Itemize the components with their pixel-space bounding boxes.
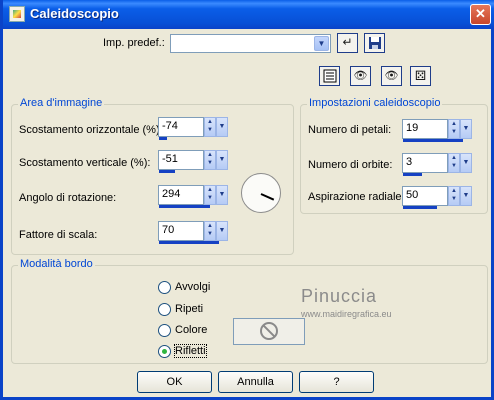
v-offset-input[interactable]: -51 [158,150,204,170]
v-offset-spinner[interactable]: -51 ▲ ▼ ▼ [158,150,230,174]
dial-needle [260,193,275,201]
petals-level-bar [403,139,463,142]
petals-spinner[interactable]: 19 ▲ ▼ ▼ [402,119,474,143]
rotation-spinner[interactable]: 294 ▲ ▼ ▼ [158,185,230,209]
border-color-swatch[interactable] [233,318,305,345]
h-offset-input[interactable]: -74 [158,117,204,137]
list-reset-icon [323,69,336,83]
watermark-name: Pinuccia [301,286,378,306]
chevron-down-icon[interactable]: ▼ [314,36,329,51]
image-area-group-title: Area d'immagine [18,97,105,109]
h-offset-level-bar [159,137,167,140]
ok-button[interactable]: OK [137,371,212,393]
eye-icon: 👁 [384,70,399,82]
radial-suction-input[interactable]: 50 [402,186,448,206]
floppy-disk-icon [368,37,381,49]
radio-rifletti-label: Rifletti [174,344,207,358]
chevron-down-icon[interactable]: ▼ [216,117,228,137]
arrow-return-icon: ↵ [342,35,353,49]
petals-label: Numero di petali: [308,124,392,136]
scale-spinner[interactable]: 70 ▲ ▼ ▼ [158,221,230,245]
orbits-label: Numero di orbite: [308,159,393,171]
no-color-icon [260,322,278,340]
chevron-down-icon[interactable]: ▼ [216,150,228,170]
h-offset-spinner[interactable]: -74 ▲ ▼ ▼ [158,117,230,141]
title-bar[interactable]: Caleidoscopio ✕ [3,0,494,29]
up-down-arrows-icon[interactable]: ▲ ▼ [204,117,216,137]
chevron-down-icon[interactable]: ▼ [216,221,228,241]
kaleidoscope-settings-group-title: Impostazioni caleidoscopio [307,97,443,109]
save-disk-button[interactable] [364,33,385,53]
v-offset-label: Scostamento verticale (%): [19,157,151,169]
proof-button[interactable]: 👁 [350,66,371,86]
preview-button[interactable]: 👁 [381,66,402,86]
h-offset-label: Scostamento orizzontale (%): [19,124,163,136]
radio-avvolgi-label: Avvolgi [175,281,211,293]
rotation-input[interactable]: 294 [158,185,204,205]
save-preset-button[interactable]: ↵ [337,33,358,53]
petals-input[interactable]: 19 [402,119,448,139]
chevron-down-icon[interactable]: ▼ [460,186,472,206]
orbits-level-bar [403,173,422,176]
radio-button-icon[interactable] [158,324,171,337]
scale-label: Fattore di scala: [19,229,98,241]
cancel-button[interactable]: Annulla [218,371,293,393]
up-down-arrows-icon[interactable]: ▲ ▼ [204,221,216,241]
radio-selected-dot [162,349,167,354]
eye-toggle-icon: 👁 [353,70,368,82]
radial-suction-level-bar [403,206,437,209]
close-button[interactable]: ✕ [470,4,491,25]
help-button[interactable]: ? [299,371,374,393]
scale-level-bar [159,241,219,244]
orbits-input[interactable]: 3 [402,153,448,173]
v-offset-level-bar [159,170,175,173]
up-down-arrows-icon[interactable]: ▲ ▼ [204,150,216,170]
rotation-dial[interactable] [241,173,281,213]
radio-button-icon[interactable] [158,281,171,294]
dice-icon: ⚄ [414,68,427,83]
preset-label: Imp. predef.: [103,37,165,49]
scale-input[interactable]: 70 [158,221,204,241]
radio-colore-label: Colore [175,324,208,336]
up-down-arrows-icon[interactable]: ▲ ▼ [448,186,460,206]
radio-button-icon[interactable] [158,303,171,316]
orbits-spinner[interactable]: 3 ▲ ▼ ▼ [402,153,474,177]
reset-button[interactable] [319,66,340,86]
chevron-down-icon[interactable]: ▼ [216,185,228,205]
preset-dropdown[interactable]: ▼ [170,34,331,53]
app-icon [9,6,25,22]
up-down-arrows-icon[interactable]: ▲ ▼ [448,119,460,139]
border-mode-group: Modalità bordo [11,258,488,364]
rotation-level-bar [159,205,210,208]
border-mode-group-title: Modalità bordo [18,258,95,270]
window-title: Caleidoscopio [30,6,119,21]
rotation-label: Angolo di rotazione: [19,192,117,204]
up-down-arrows-icon[interactable]: ▲ ▼ [204,185,216,205]
watermark-url: www.maidiregrafica.eu [301,309,392,319]
chevron-down-icon[interactable]: ▼ [460,119,472,139]
up-down-arrows-icon[interactable]: ▲ ▼ [448,153,460,173]
dialog-window: Caleidoscopio ✕ Imp. predef.: ▼ ↵ 👁 👁 ⚄ [0,0,494,400]
radial-suction-label: Aspirazione radiale: [308,191,405,203]
randomize-button[interactable]: ⚄ [410,66,431,86]
radio-ripeti-label: Ripeti [175,303,204,315]
radio-button-icon[interactable] [158,345,171,358]
chevron-down-icon[interactable]: ▼ [460,153,472,173]
radial-suction-spinner[interactable]: 50 ▲ ▼ ▼ [402,186,474,210]
